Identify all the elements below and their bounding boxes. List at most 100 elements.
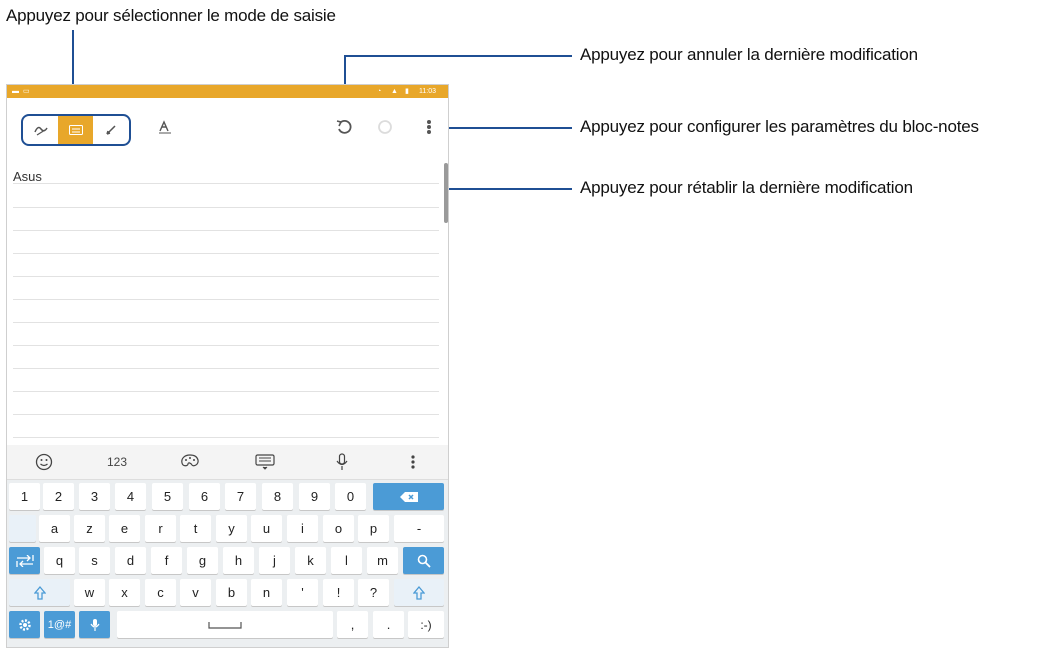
space-icon: [208, 621, 242, 629]
key[interactable]: o: [323, 515, 354, 542]
keyboard-mode-switch[interactable]: [250, 445, 280, 479]
key[interactable]: r: [145, 515, 176, 542]
key[interactable]: y: [216, 515, 247, 542]
key[interactable]: 2: [43, 483, 74, 510]
pen-mode-button[interactable]: [93, 116, 128, 144]
emoji-icon: [35, 453, 53, 471]
note-line: [13, 183, 439, 184]
key[interactable]: z: [74, 515, 105, 542]
key[interactable]: w: [74, 579, 105, 606]
key[interactable]: x: [109, 579, 140, 606]
callout-undo: Appuyez pour annuler la dernière modific…: [580, 45, 918, 64]
key[interactable]: k: [295, 547, 326, 574]
key[interactable]: g: [187, 547, 218, 574]
key[interactable]: d: [115, 547, 146, 574]
key[interactable]: i: [287, 515, 318, 542]
notification-icon: ▬: [12, 88, 19, 95]
input-mode-selector: [21, 114, 131, 146]
smiley-key[interactable]: :-): [408, 611, 444, 638]
key[interactable]: j: [259, 547, 290, 574]
key[interactable]: 9: [299, 483, 330, 510]
key[interactable]: v: [180, 579, 211, 606]
more-vert-icon: [427, 120, 431, 134]
keyboard-mode-button[interactable]: [58, 116, 93, 144]
keyboard: 123 1 2 3 4 5 6 7 8 9 0 a z e r t y u i …: [7, 445, 448, 647]
callout-redo: Appuyez pour rétablir la dernière modifi…: [580, 178, 913, 197]
clock: 11:03: [419, 88, 436, 95]
key[interactable]: 5: [152, 483, 183, 510]
period-key[interactable]: .: [373, 611, 404, 638]
keyboard-row-4: w x c v b n ' ! ?: [7, 577, 448, 607]
note-line: [13, 276, 439, 277]
undo-button[interactable]: [332, 115, 356, 139]
keyboard-settings-key[interactable]: [9, 611, 40, 638]
key[interactable]: 6: [189, 483, 220, 510]
key[interactable]: t: [180, 515, 211, 542]
key[interactable]: s: [79, 547, 110, 574]
scrollbar[interactable]: [444, 163, 448, 223]
note-text: Asus: [13, 169, 42, 184]
key[interactable]: 3: [79, 483, 110, 510]
key[interactable]: c: [145, 579, 176, 606]
key[interactable]: !: [323, 579, 354, 606]
gear-icon: [18, 618, 31, 631]
comma-key[interactable]: ,: [337, 611, 368, 638]
key[interactable]: f: [151, 547, 182, 574]
callout-line-settings: [440, 127, 572, 129]
key[interactable]: u: [251, 515, 282, 542]
undo-icon: [336, 119, 352, 134]
microphone-icon: [90, 618, 99, 631]
shift-key[interactable]: [9, 579, 70, 606]
emoji-button[interactable]: [29, 445, 59, 479]
format-text-button[interactable]: [153, 115, 177, 139]
key[interactable]: m: [367, 547, 398, 574]
format-text-icon: [159, 120, 171, 134]
key[interactable]: ?: [358, 579, 389, 606]
note-line: [13, 322, 439, 323]
palette-icon: [181, 454, 199, 467]
wifi-icon: ◔: [377, 88, 382, 95]
key[interactable]: ': [287, 579, 318, 606]
key[interactable]: 4: [115, 483, 146, 510]
shift-key-right[interactable]: [394, 579, 444, 606]
symbols-key[interactable]: 1@#: [44, 611, 75, 638]
key[interactable]: 7: [225, 483, 256, 510]
space-key[interactable]: [117, 611, 333, 638]
tab-key[interactable]: [9, 547, 40, 574]
microphone-icon: [336, 453, 348, 470]
note-line: [13, 391, 439, 392]
pen-icon: [105, 125, 116, 135]
voice-input-button[interactable]: [327, 445, 357, 479]
notes-settings-button[interactable]: [419, 115, 439, 139]
key[interactable]: h: [223, 547, 254, 574]
keyboard-toolbar: 123: [7, 445, 448, 480]
key[interactable]: 8: [262, 483, 293, 510]
key[interactable]: 0: [335, 483, 366, 510]
status-bar: ▬ ▭ ◔ ▲ ▮ 11:03: [7, 85, 448, 98]
key[interactable]: p: [358, 515, 389, 542]
key[interactable]: l: [331, 547, 362, 574]
key[interactable]: b: [216, 579, 247, 606]
signal-icon: ▲: [391, 88, 398, 95]
more-vert-icon: [411, 455, 415, 469]
backspace-key[interactable]: [373, 483, 444, 510]
theme-button[interactable]: [175, 445, 205, 479]
note-editor[interactable]: [7, 155, 444, 445]
voice-key[interactable]: [79, 611, 110, 638]
key[interactable]: n: [251, 579, 282, 606]
key[interactable]: -: [394, 515, 444, 542]
key[interactable]: a: [39, 515, 70, 542]
keyboard-more-button[interactable]: [403, 445, 423, 479]
key[interactable]: 1: [9, 483, 40, 510]
keyboard-hide-icon: [255, 454, 275, 470]
search-key[interactable]: [403, 547, 444, 574]
keyboard-row-3: q s d f g h j k l m: [7, 545, 448, 575]
key[interactable]: e: [109, 515, 140, 542]
handwriting-icon: [33, 126, 48, 136]
note-line: [13, 437, 439, 438]
redo-button[interactable]: [373, 115, 397, 139]
numbers-button[interactable]: 123: [102, 445, 132, 479]
key[interactable]: q: [44, 547, 75, 574]
shift-icon: [33, 585, 46, 600]
handwriting-mode-button[interactable]: [23, 116, 58, 144]
